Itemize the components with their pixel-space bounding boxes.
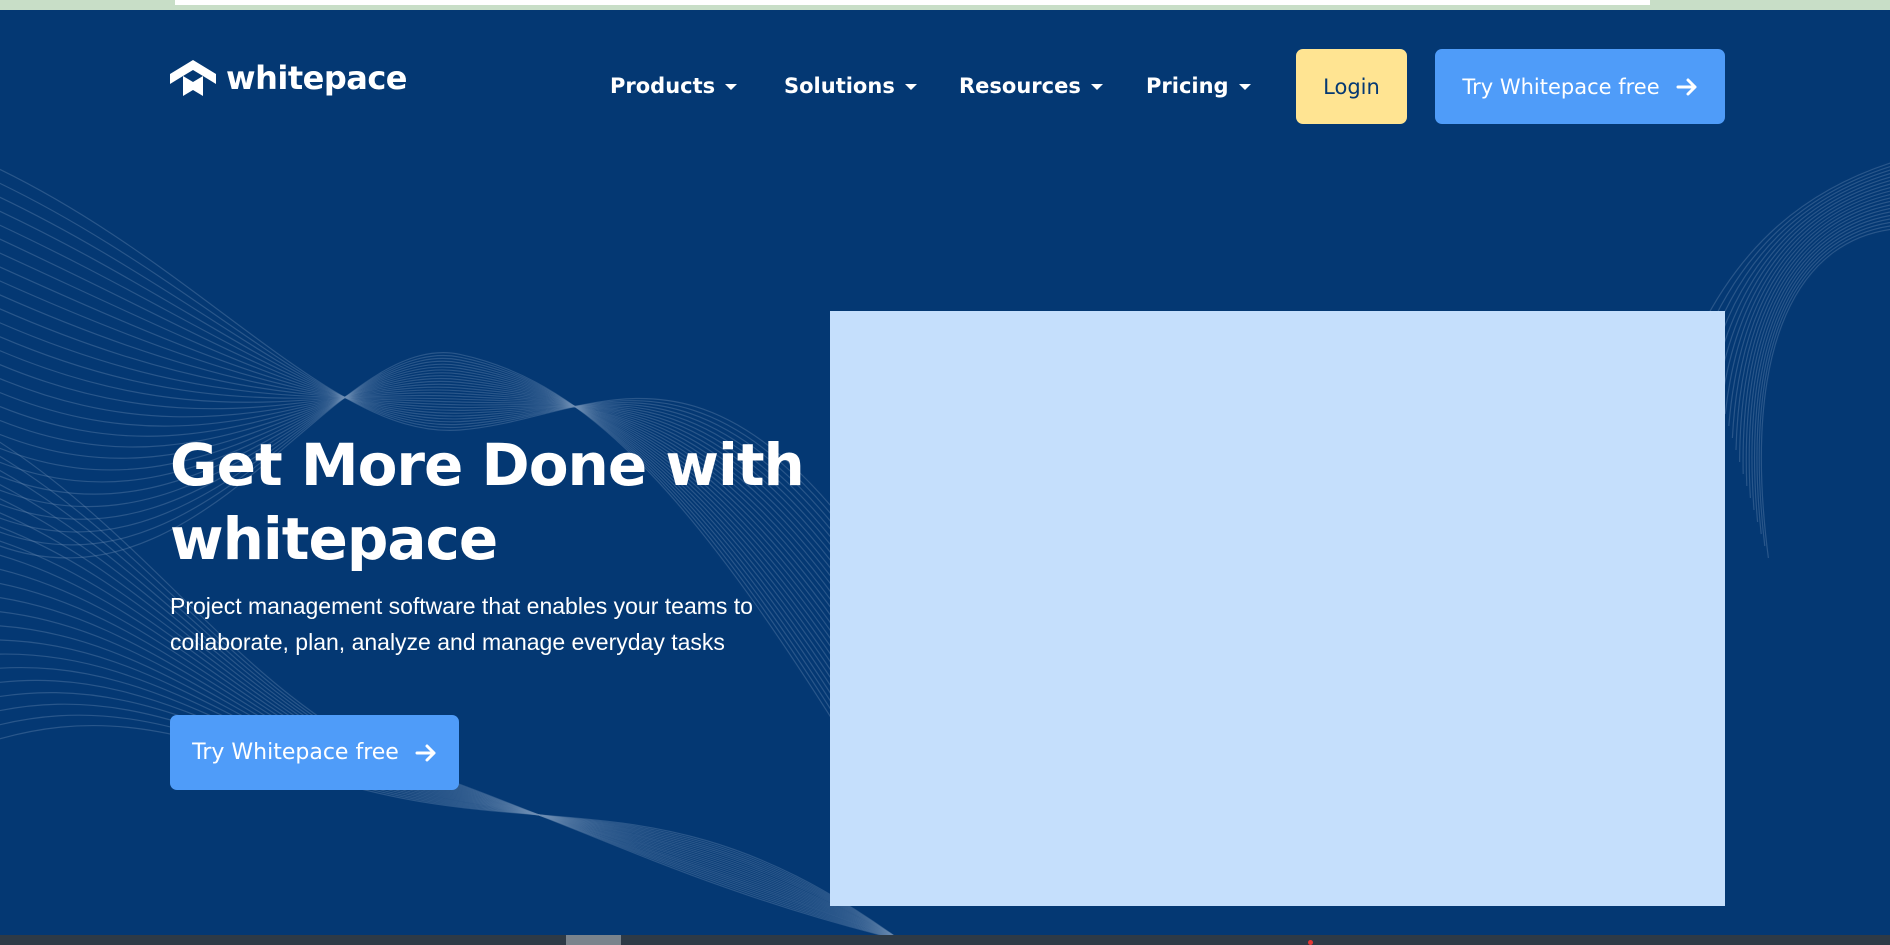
hero-subtitle: Project management software that enables… — [170, 593, 753, 655]
brand-logo[interactable]: whitepace — [170, 58, 407, 98]
arrow-right-icon — [1676, 76, 1698, 98]
browser-tab-strip — [175, 0, 1650, 5]
notification-dot-icon — [1308, 940, 1313, 945]
brand-name: whitepace — [226, 59, 407, 97]
nav-item-label: Pricing — [1146, 74, 1229, 98]
nav-item-label: Products — [610, 74, 716, 98]
login-button[interactable]: Login — [1296, 49, 1407, 124]
try-button-label: Try Whitepace free — [1462, 74, 1660, 99]
nav-item-resources[interactable]: Resources — [959, 72, 1103, 100]
wave-line — [1724, 187, 1890, 415]
browser-top-strip — [0, 0, 1890, 10]
caret-down-icon — [1238, 84, 1251, 90]
nav-item-solutions[interactable]: Solutions — [784, 72, 917, 100]
scrollbar-thumb[interactable] — [566, 935, 621, 945]
whitepace-logo-icon — [170, 60, 216, 96]
login-button-label: Login — [1323, 74, 1380, 99]
top-navigation: whitepace Products Solutions Resources P… — [0, 10, 1890, 140]
nav-item-products[interactable]: Products — [610, 72, 738, 100]
nav-item-label: Resources — [959, 74, 1081, 98]
wave-line — [1731, 194, 1890, 439]
bottom-scrollbar[interactable] — [0, 935, 1890, 945]
wave-line — [1754, 218, 1890, 523]
caret-down-icon — [725, 84, 738, 90]
caret-down-icon — [1090, 84, 1103, 90]
try-whitepace-free-nav-button[interactable]: Try Whitepace free — [1435, 49, 1725, 124]
wave-line — [1756, 222, 1890, 535]
nav-item-pricing[interactable]: Pricing — [1146, 72, 1251, 100]
arrow-right-icon — [415, 742, 437, 764]
caret-down-icon — [904, 84, 917, 90]
hero-title: Get More Done with whitepace — [170, 431, 805, 573]
hero-image-placeholder — [830, 311, 1725, 906]
nav-item-label: Solutions — [784, 74, 895, 98]
wave-line — [1760, 229, 1890, 559]
hero-cta-label: Try Whitepace free — [192, 740, 399, 765]
try-whitepace-free-hero-button[interactable]: Try Whitepace free — [170, 715, 459, 790]
